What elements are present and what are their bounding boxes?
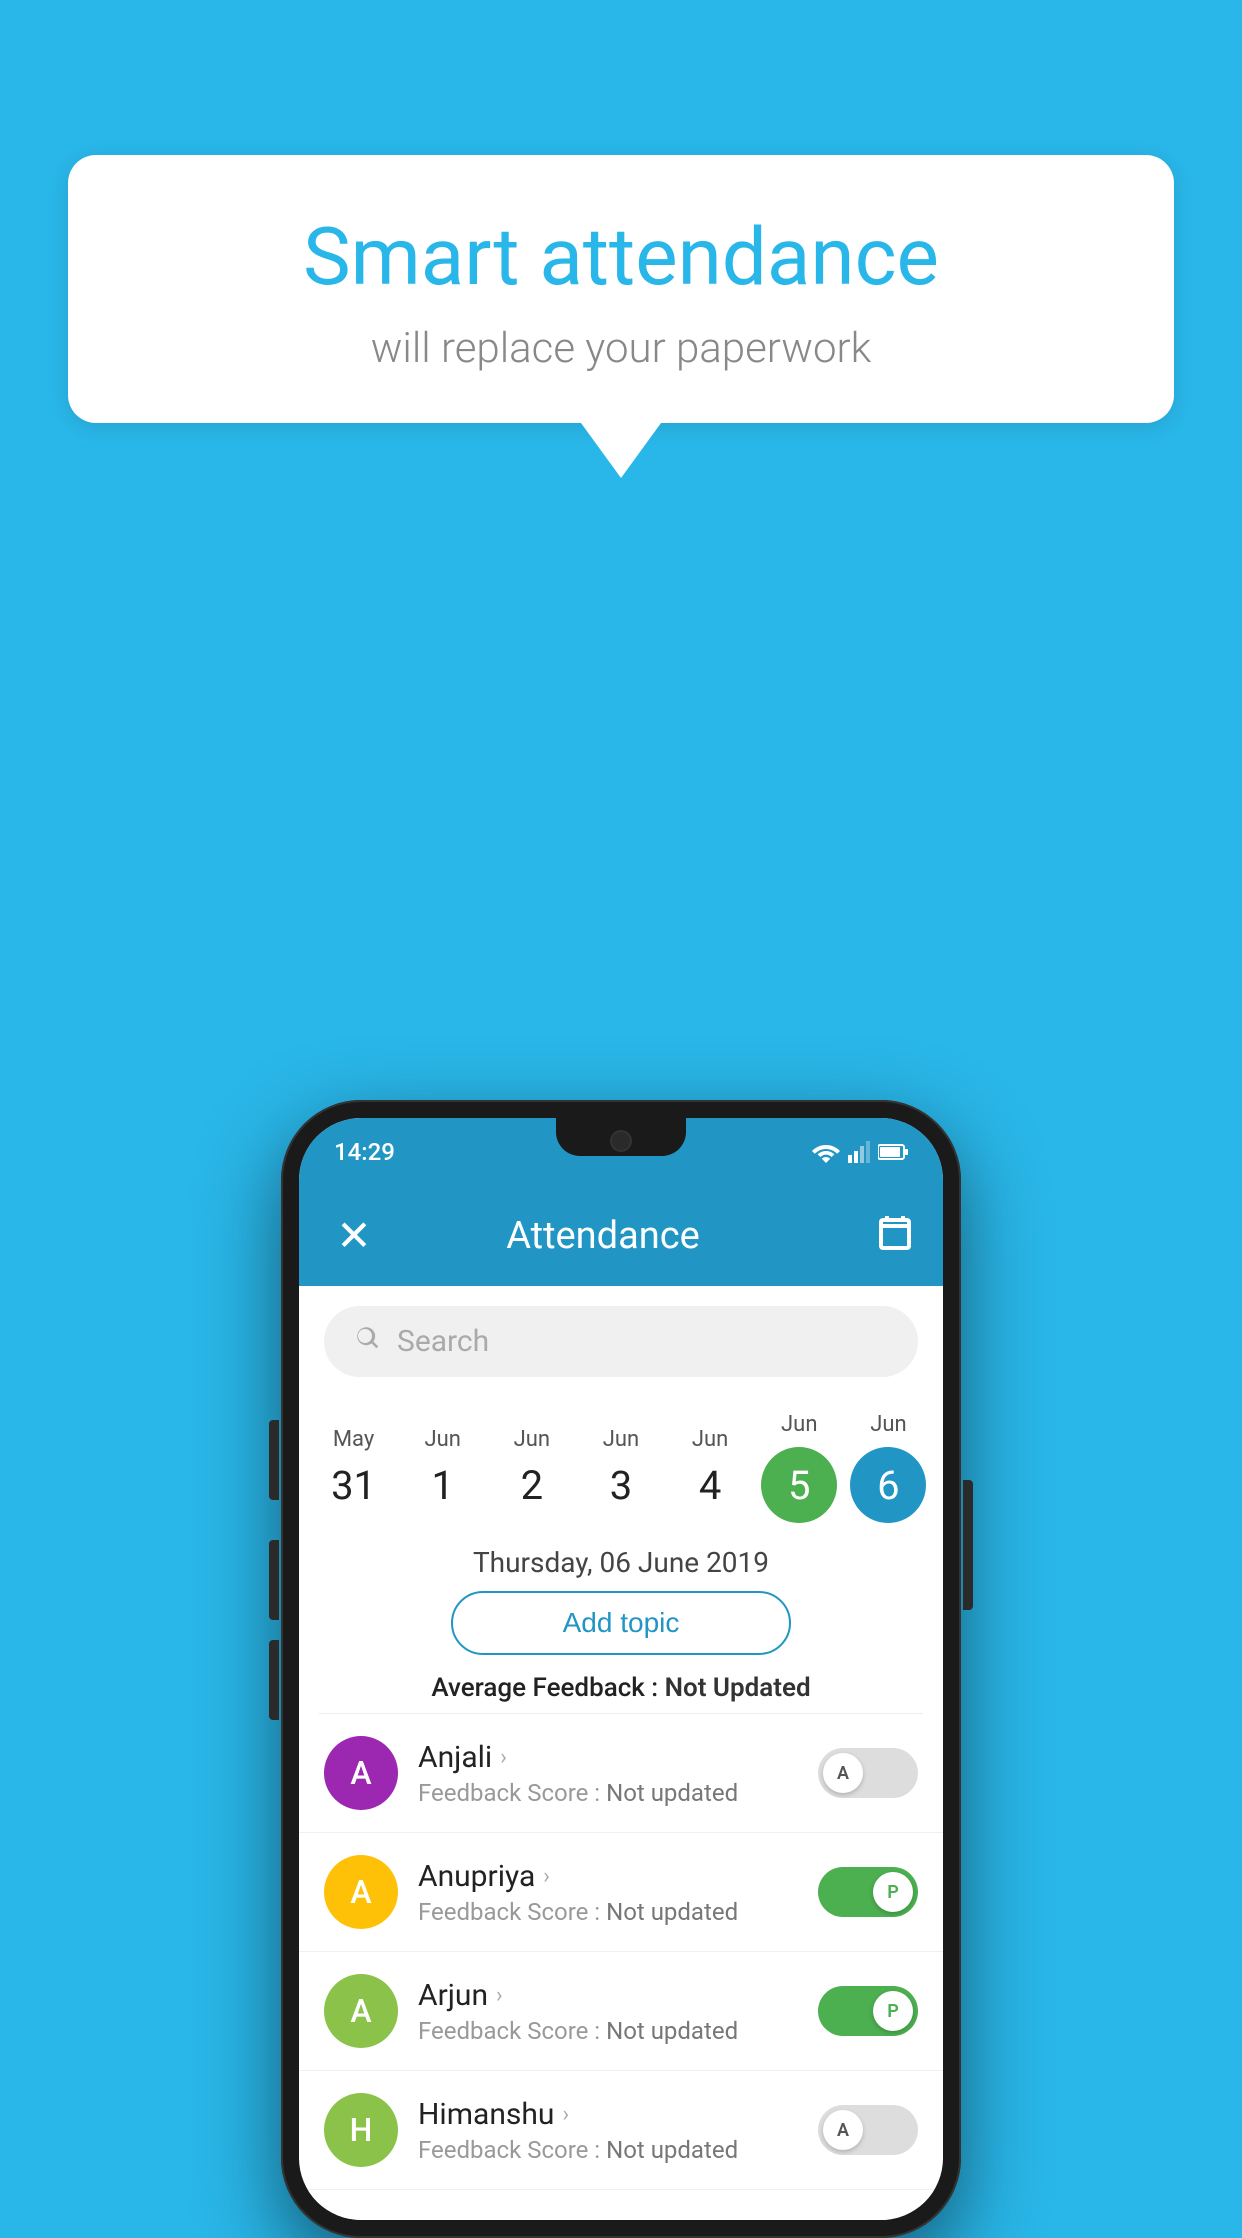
- toggle-knob-3: A: [823, 2110, 863, 2150]
- student-avatar-2: A: [324, 1974, 398, 2048]
- calendar-day-0[interactable]: May31: [311, 1427, 396, 1509]
- student-avatar-0: A: [324, 1736, 398, 1810]
- toggle-knob-1: P: [873, 1872, 913, 1912]
- student-feedback-0: Feedback Score : Not updated: [418, 1779, 798, 1807]
- student-feedback-3: Feedback Score : Not updated: [418, 2136, 798, 2164]
- toggle-wrap-1[interactable]: P: [818, 1867, 918, 1917]
- student-name-1: Anupriya ›: [418, 1859, 798, 1894]
- student-info-2: Arjun › Feedback Score : Not updated: [418, 1978, 798, 2045]
- toggle-knob-2: P: [873, 1991, 913, 2031]
- student-item-2[interactable]: A Arjun › Feedback Score : Not updated P: [299, 1952, 943, 2071]
- students-list: AAnjali ›Feedback Score : Not updatedAAA…: [299, 1714, 943, 2190]
- attendance-toggle-0[interactable]: A: [818, 1748, 918, 1798]
- avg-feedback-value: Not Updated: [665, 1673, 811, 1703]
- student-avatar-1: A: [324, 1855, 398, 1929]
- phone-wrapper: 14:29: [281, 1100, 961, 2238]
- phone-screen: 14:29: [299, 1118, 943, 2220]
- phone-outer: 14:29: [281, 1100, 961, 2238]
- attendance-toggle-2[interactable]: P: [818, 1986, 918, 2036]
- selected-date: Thursday, 06 June 2019: [299, 1546, 943, 1579]
- toggle-wrap-3[interactable]: A: [818, 2105, 918, 2155]
- student-name-2: Arjun ›: [418, 1978, 798, 2013]
- toggle-wrap-0[interactable]: A: [818, 1748, 918, 1798]
- student-item-3[interactable]: H Himanshu › Feedback Score : Not updated A: [299, 2071, 943, 2190]
- toggle-wrap-2[interactable]: P: [818, 1986, 918, 2036]
- app-bar-title: Attendance: [329, 1214, 877, 1258]
- avg-feedback: Average Feedback : Not Updated: [299, 1673, 943, 1703]
- app-bar: ✕ Attendance: [299, 1186, 943, 1286]
- search-icon: [354, 1324, 382, 1359]
- attendance-toggle-3[interactable]: A: [818, 2105, 918, 2155]
- calendar-day-4[interactable]: Jun4: [668, 1427, 753, 1509]
- student-item-0[interactable]: A Anjali › Feedback Score : Not updated A: [299, 1714, 943, 1833]
- speech-bubble: Smart attendance will replace your paper…: [68, 155, 1174, 423]
- calendar-day-6[interactable]: Jun6: [846, 1412, 931, 1523]
- status-bar: 14:29: [299, 1118, 943, 1186]
- status-time: 14:29: [334, 1138, 395, 1166]
- student-name-3: Himanshu ›: [418, 2097, 798, 2132]
- add-topic-button[interactable]: Add topic: [451, 1591, 791, 1655]
- speech-bubble-heading: Smart attendance: [128, 210, 1114, 304]
- student-item-1[interactable]: A Anupriya › Feedback Score : Not updated P: [299, 1833, 943, 1952]
- calendar-row: May31Jun1Jun2Jun3Jun4Jun5Jun6: [299, 1397, 943, 1528]
- attendance-toggle-1[interactable]: P: [818, 1867, 918, 1917]
- speech-bubble-tail: [581, 423, 661, 478]
- student-feedback-1: Feedback Score : Not updated: [418, 1898, 798, 1926]
- avg-feedback-label: Average Feedback :: [431, 1673, 664, 1703]
- student-info-3: Himanshu › Feedback Score : Not updated: [418, 2097, 798, 2164]
- phone-bottom: [299, 2190, 943, 2220]
- student-info-0: Anjali › Feedback Score : Not updated: [418, 1740, 798, 1807]
- camera: [610, 1130, 632, 1152]
- search-bar[interactable]: Search: [324, 1306, 918, 1377]
- calendar-day-5[interactable]: Jun5: [757, 1412, 842, 1523]
- calendar-day-2[interactable]: Jun2: [489, 1427, 574, 1509]
- calendar-icon[interactable]: [877, 1214, 913, 1259]
- student-info-1: Anupriya › Feedback Score : Not updated: [418, 1859, 798, 1926]
- search-placeholder: Search: [397, 1324, 489, 1359]
- student-name-0: Anjali ›: [418, 1740, 798, 1775]
- student-feedback-2: Feedback Score : Not updated: [418, 2017, 798, 2045]
- toggle-knob-0: A: [823, 1753, 863, 1793]
- notch: [556, 1118, 686, 1156]
- speech-bubble-container: Smart attendance will replace your paper…: [68, 155, 1174, 478]
- status-icons: [812, 1141, 908, 1163]
- student-avatar-3: H: [324, 2093, 398, 2167]
- calendar-day-1[interactable]: Jun1: [400, 1427, 485, 1509]
- speech-bubble-subtext: will replace your paperwork: [128, 324, 1114, 373]
- calendar-day-3[interactable]: Jun3: [578, 1427, 663, 1509]
